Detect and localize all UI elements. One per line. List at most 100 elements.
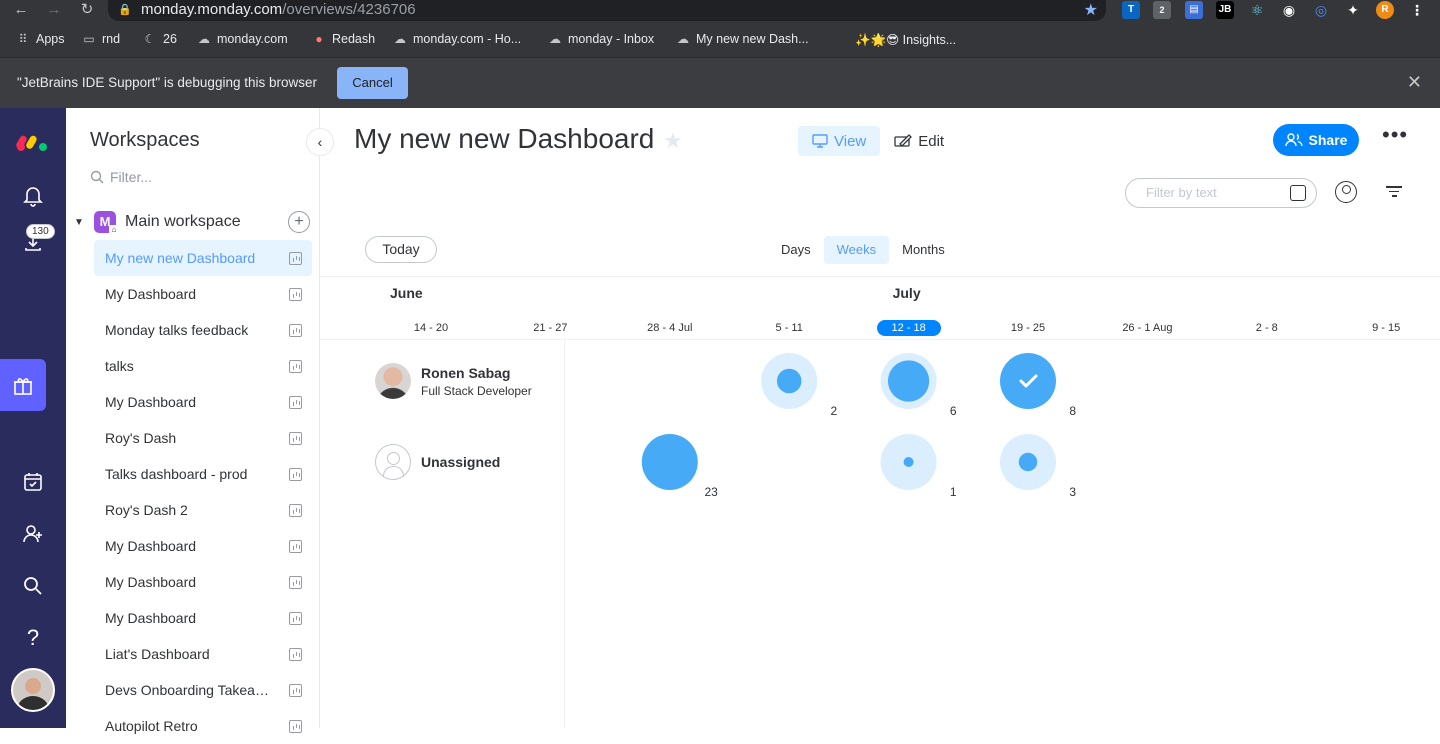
- bubble-load: [776, 368, 802, 394]
- dashboard-name: My new new Dashboard: [105, 250, 256, 266]
- dashboard-chart-icon: [289, 431, 302, 445]
- sidebar-dashboard-item[interactable]: My Dashboard: [94, 528, 312, 564]
- dashboard-name: Talks dashboard - prod: [105, 466, 248, 482]
- back-arrow-icon[interactable]: ←: [12, 1, 30, 19]
- sidebar-dashboard-item[interactable]: Monday talks feedback: [94, 312, 312, 348]
- bookmark-item[interactable]: ☾ 26: [143, 32, 177, 46]
- record-extension-icon[interactable]: ◉: [1280, 1, 1298, 19]
- sidebar-dashboard-item[interactable]: Roy's Dash: [94, 420, 312, 456]
- bell-icon[interactable]: [0, 174, 66, 218]
- workload-bubble[interactable]: 6: [880, 353, 957, 418]
- bookmark-label: 26: [163, 32, 177, 46]
- close-icon[interactable]: ✕: [1407, 72, 1422, 93]
- bubble-count-label: 8: [1069, 404, 1076, 418]
- bubble-load: [1018, 452, 1038, 472]
- sidebar-dashboard-item[interactable]: My new new Dashboard: [94, 240, 312, 276]
- workload-bubble[interactable]: 8: [1000, 353, 1076, 418]
- bubble-count-label: 6: [950, 404, 957, 418]
- bubble-capacity: [641, 434, 698, 490]
- bookmarks-bar: ⠿ Apps ▭ rnd ☾ 26 ☁ monday.com ● Redash ☁ monday.co…: [0, 22, 1440, 58]
- sidebar-dashboard-item[interactable]: Roy's Dash 2: [94, 492, 312, 528]
- browser-menu-icon[interactable]: ⋮: [1408, 1, 1426, 19]
- moon-icon: ☾: [144, 32, 156, 46]
- bookmark-item[interactable]: ⠿ Apps: [16, 32, 65, 46]
- workload-bubble[interactable]: 23: [641, 434, 718, 499]
- address-bar[interactable]: 🔒 monday.monday.com/overviews/4236706 ★: [108, 0, 1106, 21]
- reload-icon[interactable]: ↻: [78, 1, 96, 19]
- bookmark-item[interactable]: ☁ monday - Inbox: [548, 32, 654, 46]
- bookmark-label: Redash: [332, 32, 376, 46]
- sidebar-dashboard-item[interactable]: Talks dashboard - prod: [94, 456, 312, 492]
- sidebar-dashboard-item[interactable]: talks: [94, 348, 312, 384]
- bookmark-label: monday.com - Ho...: [413, 32, 522, 46]
- dashboard-name: talks: [105, 358, 134, 374]
- jetbrains-label: JB: [1218, 4, 1232, 15]
- sidebar-dashboard-item[interactable]: My Dashboard: [94, 600, 312, 636]
- ring-extension-icon[interactable]: ◎: [1312, 1, 1330, 19]
- bookmark-item[interactable]: ✨🌟😎 Insights...: [855, 32, 956, 48]
- sidebar-dashboard-item[interactable]: Liat's Dashboard: [94, 636, 312, 672]
- jetbrains-extension-icon[interactable]: JB: [1216, 1, 1234, 19]
- dashboard-name: Roy's Dash 2: [105, 502, 188, 518]
- workload-bubble[interactable]: 2: [761, 353, 838, 418]
- bookmark-item[interactable]: ▭ rnd: [82, 32, 120, 46]
- bubble-count-label: 3: [1069, 485, 1076, 499]
- dashboard-chart-icon: [289, 503, 302, 517]
- search-icon: [90, 170, 104, 184]
- dashboard-chart-icon: [289, 575, 302, 589]
- dashboard-name: My Dashboard: [105, 394, 197, 410]
- extensions-puzzle-icon[interactable]: ✦: [1344, 1, 1362, 19]
- forward-arrow-icon[interactable]: →: [45, 1, 63, 19]
- docs-extension-icon[interactable]: ▤: [1185, 1, 1203, 19]
- workload-bubble[interactable]: 1: [880, 434, 957, 499]
- react-devtools-icon[interactable]: ⚛: [1248, 1, 1266, 19]
- add-item-button[interactable]: +: [288, 211, 310, 233]
- sidebar-filter-input[interactable]: Filter...: [90, 169, 152, 185]
- cloud-icon: ☁: [198, 32, 210, 46]
- workload-bubble[interactable]: 3: [1000, 434, 1076, 499]
- bubble-load: [903, 456, 914, 468]
- cloud-icon: ☁: [394, 32, 406, 46]
- bubble-count-label: 23: [704, 485, 718, 499]
- calendar-extension-icon[interactable]: 2: [1153, 1, 1171, 19]
- workspace-sidebar: Workspaces ‹ Filter... ▼ M ⌂ Main workspa…: [66, 108, 334, 734]
- user-avatar[interactable]: [11, 668, 55, 712]
- gift-icon[interactable]: [0, 359, 46, 411]
- monday-logo-icon[interactable]: [0, 120, 66, 164]
- sidebar-filter-placeholder: Filter...: [110, 169, 153, 185]
- workspace-row[interactable]: ▼ M ⌂ Main workspace +: [74, 210, 314, 235]
- cancel-debug-button[interactable]: Cancel: [337, 67, 408, 99]
- dashboard-chart-icon: [289, 467, 302, 481]
- bookmark-item[interactable]: ☁ monday.com: [197, 32, 288, 46]
- trello-extension-icon[interactable]: T: [1122, 1, 1140, 19]
- collapse-sidebar-chevron-icon[interactable]: ‹: [306, 128, 334, 156]
- home-icon: ⌂: [109, 225, 119, 235]
- bookmark-item[interactable]: ☁ monday.com - Ho...: [393, 32, 521, 46]
- bubble-load: [887, 360, 930, 402]
- calendar-check-icon[interactable]: [0, 460, 66, 504]
- dashboard-chart-icon: [289, 647, 302, 661]
- sidebar-dashboard-item[interactable]: Devs Onboarding Takeawa...: [94, 672, 312, 708]
- sidebar-dashboard-item[interactable]: My Dashboard: [94, 384, 312, 420]
- dashboard-name: Monday talks feedback: [105, 322, 249, 338]
- dashboard-name: My Dashboard: [105, 610, 197, 626]
- bookmark-item[interactable]: ● Redash: [312, 32, 375, 46]
- sidebar-title: Workspaces: [90, 129, 200, 151]
- infobar-message: "JetBrains IDE Support" is debugging thi…: [17, 75, 317, 90]
- search-icon[interactable]: [0, 564, 66, 608]
- bookmark-label: rnd: [102, 32, 121, 46]
- add-user-icon[interactable]: [0, 512, 66, 556]
- apps-grid-icon: ⠿: [18, 32, 28, 46]
- left-rail: 130 ?: [0, 108, 66, 728]
- bookmark-star-icon[interactable]: ★: [1084, 0, 1098, 20]
- help-icon[interactable]: ?: [0, 616, 66, 660]
- sidebar-dashboard-item[interactable]: Autopilot Retro: [94, 708, 312, 744]
- url-host: monday.monday.com: [141, 1, 283, 18]
- bookmark-item[interactable]: ☁ My new new Dash...: [676, 32, 809, 46]
- bookmark-label: Apps: [36, 32, 65, 46]
- sidebar-dashboard-item[interactable]: My Dashboard: [94, 564, 312, 600]
- browser-toolbar: ← → ↻ 🔒 monday.monday.com/overviews/4236…: [0, 0, 1440, 22]
- profile-avatar[interactable]: R: [1376, 1, 1394, 19]
- caret-down-icon[interactable]: ▼: [74, 217, 90, 228]
- sidebar-dashboard-item[interactable]: My Dashboard: [94, 276, 312, 312]
